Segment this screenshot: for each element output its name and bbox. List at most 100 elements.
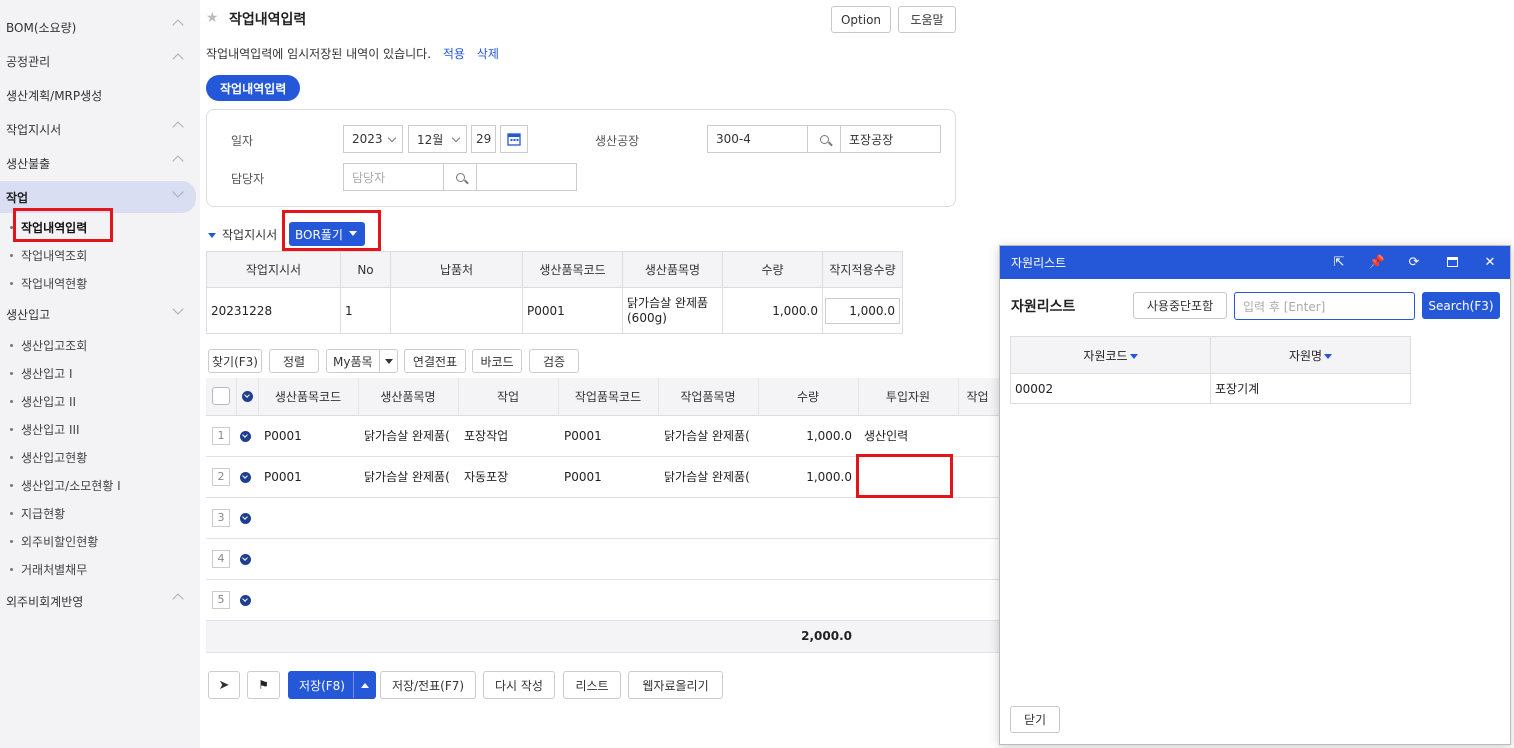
send-button[interactable]: ➤ bbox=[208, 671, 240, 699]
sidebar-item-issue[interactable]: 생산불출 bbox=[0, 147, 196, 179]
work[interactable] bbox=[458, 579, 558, 621]
sidebar-sub-receipt-1[interactable]: 생산입고 I bbox=[10, 359, 73, 387]
resource-name[interactable]: 포장기계 bbox=[1210, 373, 1411, 404]
sidebar-sub-work-entry[interactable]: 작업내역입력 bbox=[10, 213, 87, 241]
table-row[interactable]: 20231228 1 P0001 닭가슴살 완제품(600g) 1,000.0 … bbox=[206, 287, 903, 334]
work-item-name[interactable] bbox=[658, 579, 758, 621]
work-item-name[interactable] bbox=[658, 497, 758, 539]
work-item-code[interactable] bbox=[558, 497, 658, 539]
external-link-icon[interactable]: ⇱ bbox=[1332, 255, 1346, 270]
product-name[interactable] bbox=[358, 497, 458, 539]
flag-button[interactable]: ⚑ bbox=[247, 671, 280, 699]
work-extra[interactable] bbox=[958, 497, 1002, 539]
save-button[interactable]: 저장(F8) bbox=[288, 671, 376, 699]
product-name[interactable]: 닭가슴살 완제품( bbox=[358, 415, 458, 457]
column-header-resource-code[interactable]: 자원코드 bbox=[1010, 336, 1211, 374]
save-slip-button[interactable]: 저장/전표(F7) bbox=[380, 671, 476, 699]
popup-close-button[interactable]: 닫기 bbox=[1010, 706, 1060, 733]
sidebar-sub-receipt-3[interactable]: 생산입고 III bbox=[10, 415, 80, 443]
work-item-code[interactable] bbox=[558, 579, 658, 621]
dropdown-up-icon[interactable] bbox=[353, 672, 375, 698]
table-row[interactable]: 00002 포장기계 bbox=[1010, 373, 1411, 404]
sidebar-item-receipt[interactable]: 생산입고 bbox=[0, 298, 196, 330]
year-select[interactable]: 2023 bbox=[343, 125, 403, 153]
refresh-icon[interactable]: ⟳ bbox=[1407, 255, 1421, 270]
calendar-button[interactable] bbox=[500, 125, 528, 153]
input-resource[interactable]: 생산인력 bbox=[858, 415, 958, 457]
web-upload-button[interactable]: 웹자료올리기 bbox=[628, 671, 723, 699]
sidebar-sub-receipt-status[interactable]: 생산입고현황 bbox=[10, 443, 87, 471]
sidebar-item-work-order[interactable]: 작업지시서 bbox=[0, 113, 196, 145]
close-icon[interactable]: ✕ bbox=[1483, 255, 1497, 270]
down-arrow-icon[interactable] bbox=[240, 512, 251, 524]
input-resource[interactable] bbox=[858, 579, 958, 621]
popup-search-input[interactable]: 입력 후 [Enter] bbox=[1234, 292, 1415, 320]
table-row[interactable]: 3 bbox=[206, 497, 1002, 539]
product-code[interactable]: P0001 bbox=[258, 415, 358, 457]
sort-button[interactable]: 정렬 bbox=[269, 349, 319, 373]
sidebar-sub-receipt-consumption[interactable]: 생산입고/소모현황 I bbox=[10, 471, 121, 499]
down-arrow-icon[interactable] bbox=[240, 471, 251, 483]
table-row[interactable]: 1 P0001 닭가슴살 완제품( 포장작업 P0001 닭가슴살 완제품( 1… bbox=[206, 415, 1002, 457]
table-row[interactable]: 4 bbox=[206, 538, 1002, 580]
sidebar-sub-work-query[interactable]: 작업내역조회 bbox=[10, 241, 87, 269]
sidebar-sub-receipt-2[interactable]: 생산입고 II bbox=[10, 387, 76, 415]
verify-button[interactable]: 검증 bbox=[529, 349, 579, 373]
favorite-star-icon[interactable]: ★ bbox=[206, 10, 219, 26]
work-extra[interactable] bbox=[958, 579, 1002, 621]
work-extra[interactable] bbox=[958, 538, 1002, 580]
resource-code[interactable]: 00002 bbox=[1010, 373, 1211, 404]
sidebar-sub-receipt-query[interactable]: 생산입고조회 bbox=[10, 331, 87, 359]
delete-link[interactable]: 삭제 bbox=[477, 47, 499, 61]
table-row[interactable]: 2 P0001 닭가슴살 완제품( 자동포장 P0001 닭가슴살 완제품( 1… bbox=[206, 456, 1002, 498]
select-all-checkbox[interactable] bbox=[211, 387, 230, 406]
product-code[interactable]: P0001 bbox=[258, 456, 358, 498]
list-button[interactable]: 리스트 bbox=[563, 671, 621, 699]
work-item-code[interactable]: P0001 bbox=[558, 456, 658, 498]
quantity[interactable] bbox=[758, 579, 858, 621]
popup-search-button[interactable]: Search(F3) bbox=[1422, 292, 1500, 319]
input-resource[interactable] bbox=[858, 497, 958, 539]
day-input[interactable]: 29 bbox=[471, 125, 496, 153]
product-code[interactable] bbox=[258, 497, 358, 539]
work-extra[interactable] bbox=[958, 415, 1002, 457]
quantity[interactable]: 1,000.0 bbox=[758, 415, 858, 457]
work[interactable]: 포장작업 bbox=[458, 415, 558, 457]
apply-link[interactable]: 적용 bbox=[443, 47, 465, 61]
work-item-name[interactable]: 닭가슴살 완제품( bbox=[658, 415, 758, 457]
maximize-icon[interactable] bbox=[1445, 255, 1459, 269]
work[interactable]: 자동포장 bbox=[458, 456, 558, 498]
sidebar-item-bom[interactable]: BOM(소요량) bbox=[0, 11, 196, 43]
down-arrow-icon[interactable] bbox=[240, 553, 251, 565]
input-resource[interactable] bbox=[858, 538, 958, 580]
work-item-name[interactable]: 닭가슴살 완제품( bbox=[658, 456, 758, 498]
work-extra[interactable] bbox=[958, 456, 1002, 498]
down-arrow-icon[interactable] bbox=[240, 594, 251, 606]
sidebar-sub-outsourcing-discount[interactable]: 외주비할인현황 bbox=[10, 527, 98, 555]
product-code[interactable] bbox=[258, 579, 358, 621]
link-slip-button[interactable]: 연결전표 bbox=[404, 349, 466, 373]
sidebar-sub-payables[interactable]: 거래처별채무 bbox=[10, 555, 87, 583]
quantity[interactable] bbox=[758, 497, 858, 539]
work[interactable] bbox=[458, 497, 558, 539]
rewrite-button[interactable]: 다시 작성 bbox=[483, 671, 555, 699]
factory-search-button[interactable] bbox=[807, 125, 841, 153]
product-code[interactable] bbox=[258, 538, 358, 580]
work-item-name[interactable] bbox=[658, 538, 758, 580]
include-inactive-button[interactable]: 사용중단포함 bbox=[1133, 292, 1227, 319]
sidebar-item-process[interactable]: 공정관리 bbox=[0, 45, 196, 77]
sidebar-sub-work-status[interactable]: 작업내역현황 bbox=[10, 269, 87, 297]
product-name[interactable] bbox=[358, 579, 458, 621]
sidebar-item-outsourcing-accounting[interactable]: 외주비회계반영 bbox=[0, 585, 196, 617]
quantity[interactable]: 1,000.0 bbox=[758, 456, 858, 498]
help-button[interactable]: 도움말 bbox=[898, 6, 956, 33]
input-resource[interactable] bbox=[858, 456, 958, 498]
table-row[interactable]: 5 bbox=[206, 579, 1002, 621]
work-order-section-toggle[interactable]: 작업지시서 bbox=[208, 226, 277, 243]
barcode-button[interactable]: 바코드 bbox=[472, 349, 522, 373]
sidebar-item-work[interactable]: 작업 bbox=[0, 181, 196, 213]
manager-search-button[interactable] bbox=[443, 163, 477, 191]
factory-code-input[interactable]: 300-4 bbox=[707, 125, 808, 153]
down-arrow-icon[interactable] bbox=[241, 391, 253, 403]
product-name[interactable] bbox=[358, 538, 458, 580]
